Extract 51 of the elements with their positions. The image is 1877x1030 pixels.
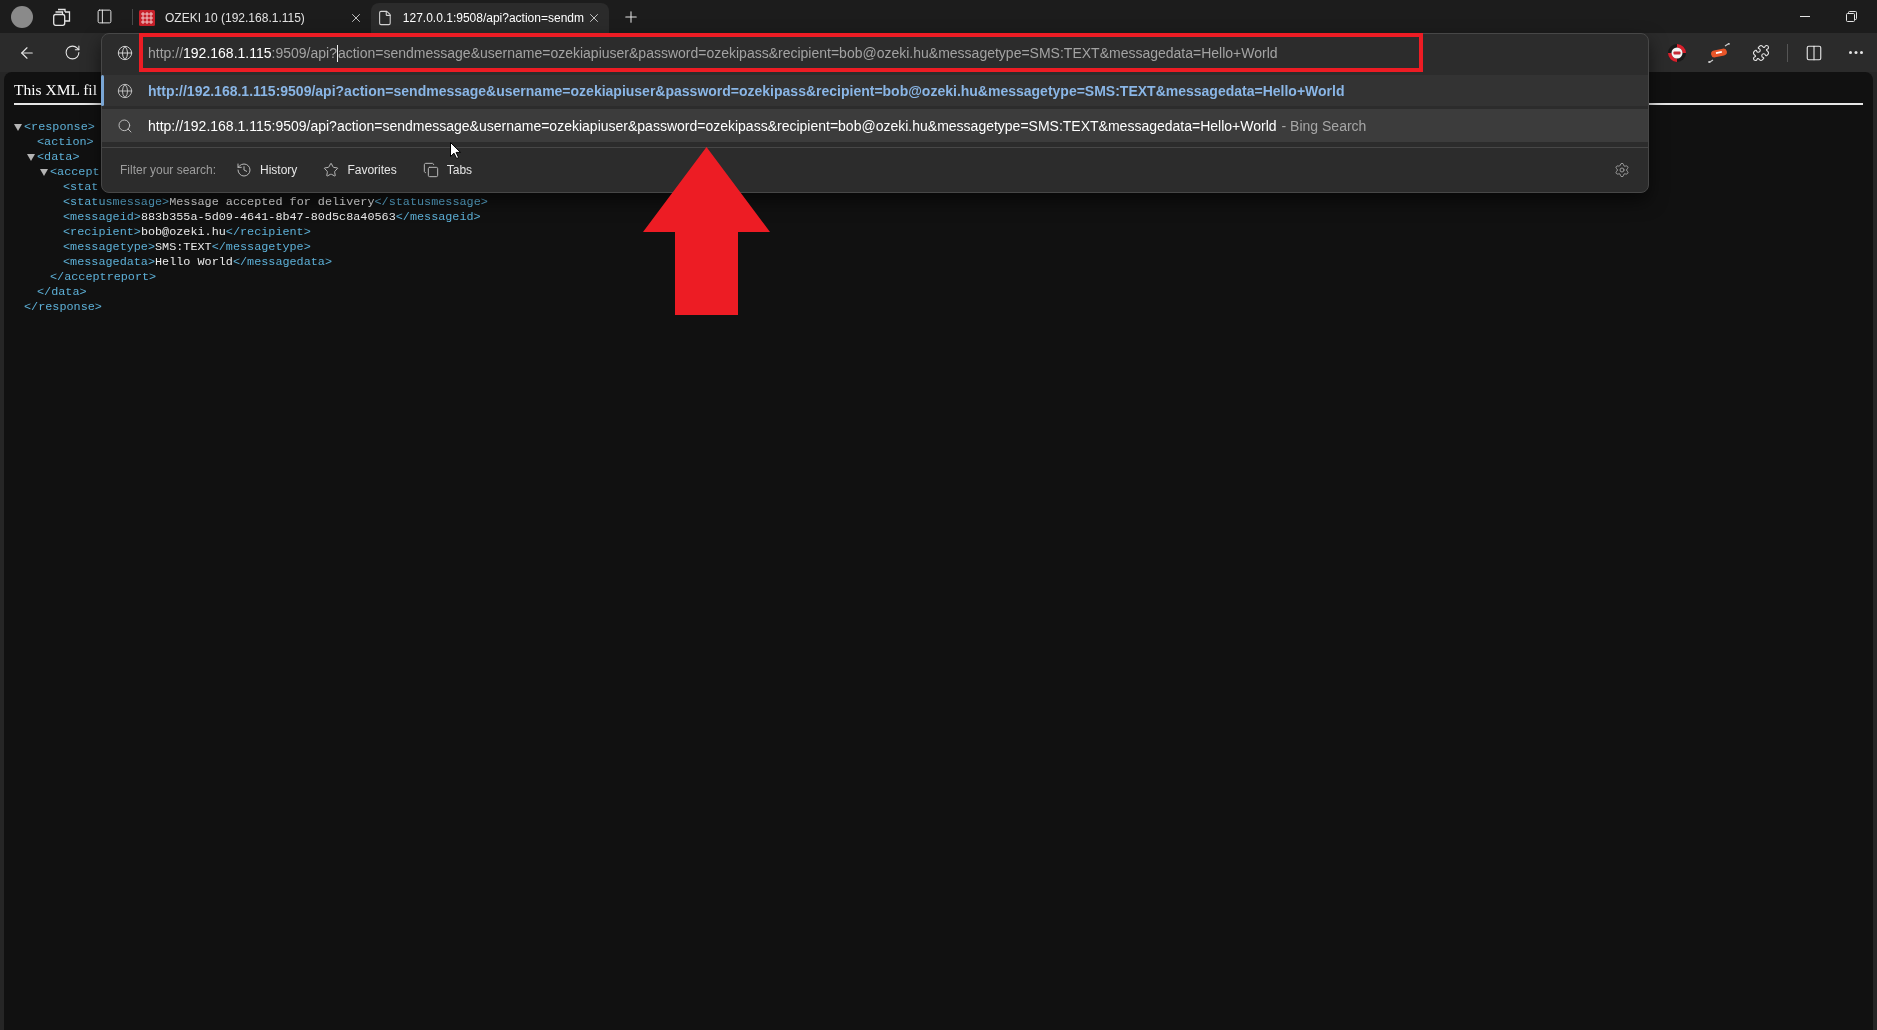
xml-line: <action> <box>37 135 94 150</box>
caret-icon[interactable] <box>14 124 22 131</box>
xml-line: <messageid>883b355a-5d09-4641-8b47-80d5c8a40563</messageid> <box>63 210 481 225</box>
xml-line: <messagedata>Hello World</messagedata> <box>63 255 333 270</box>
document-icon <box>377 10 393 26</box>
profile-avatar[interactable] <box>11 5 33 28</box>
xml-line: <data> <box>37 150 80 165</box>
stacked-boxes-icon <box>53 7 71 26</box>
suggestion-item[interactable]: http://192.168.1.115:9509/api?action=sendmessage&username=ozekiapiuser&password=ozekipass&recipient=bob@ozeki.hu&messagetype=SMS:TEXT&messagedata=Hello+World - Bing Search <box>102 109 1648 142</box>
filter-chip[interactable]: Tabs <box>416 158 479 182</box>
xml-line: <response> <box>24 120 95 135</box>
caret-icon[interactable] <box>27 154 35 161</box>
xml-line: <recipient>bob@ozeki.hu</recipient> <box>63 225 311 240</box>
more-icon <box>1849 51 1863 54</box>
mouse-pointer-icon <box>450 142 461 159</box>
suggestion-item[interactable]: http://192.168.1.115:9509/api?action=sendmessage&username=ozekiapiuser&password=ozekipass&recipient=bob@ozeki.hu&messagetype=SMS:TEXT&messagedata=Hello+World <box>102 75 1648 106</box>
circle-emblem-icon <box>1667 42 1687 63</box>
search-provider-label: - Bing Search <box>1281 117 1367 134</box>
close-icon <box>587 11 601 25</box>
browser-tab[interactable]: OZEKI 10 (192.168.1.115) <box>133 3 371 33</box>
pill-arrow-icon <box>1708 42 1730 63</box>
search-icon <box>117 117 133 134</box>
filter-label: Filter your search: <box>120 163 217 177</box>
settings-icon <box>1614 162 1630 178</box>
globe-icon <box>117 82 133 99</box>
stacked-squares-icon <box>422 162 439 178</box>
clock-icon <box>236 162 253 178</box>
xml-line: <messagetype>SMS:TEXT</messagetype> <box>63 240 311 255</box>
browser-tab[interactable]: 127.0.0.1:9508/api?action=sendm <box>371 3 609 33</box>
star-icon <box>323 162 340 178</box>
text-caret-icon <box>336 44 338 62</box>
caret-icon[interactable] <box>40 169 48 176</box>
filter-chip[interactable]: History <box>230 158 304 182</box>
xml-line: </data> <box>37 285 87 300</box>
filter-chip[interactable]: Favorites <box>317 158 403 182</box>
xml-line: <stat <box>63 180 99 195</box>
address-field[interactable]: http://192.168.1.115:9509/api?action=sendmessage&username=ozekiapiuser&password=ozekipass&recipient=bob@ozeki.hu&messagetype=SMS:TEXT&messagedata=Hello+World <box>148 41 1408 65</box>
close-icon <box>349 11 363 25</box>
xml-line: </response> <box>24 300 102 315</box>
globe-icon <box>117 45 133 61</box>
xml-line: </acceptreport> <box>50 270 157 285</box>
grid-icon <box>139 10 155 26</box>
xml-notice-text: This XML fil <box>14 81 97 98</box>
puzzle-icon <box>1752 43 1770 62</box>
xml-line: <statusmessage>Message accepted for delivery</statusmessage> <box>63 195 488 210</box>
split-screen-icon <box>1805 43 1823 62</box>
refresh-icon <box>63 44 81 61</box>
sidebar-panel-icon <box>95 8 113 25</box>
xml-line: <accept <box>50 165 100 180</box>
restore-icon <box>1845 11 1857 22</box>
minimize-icon <box>1800 16 1810 17</box>
